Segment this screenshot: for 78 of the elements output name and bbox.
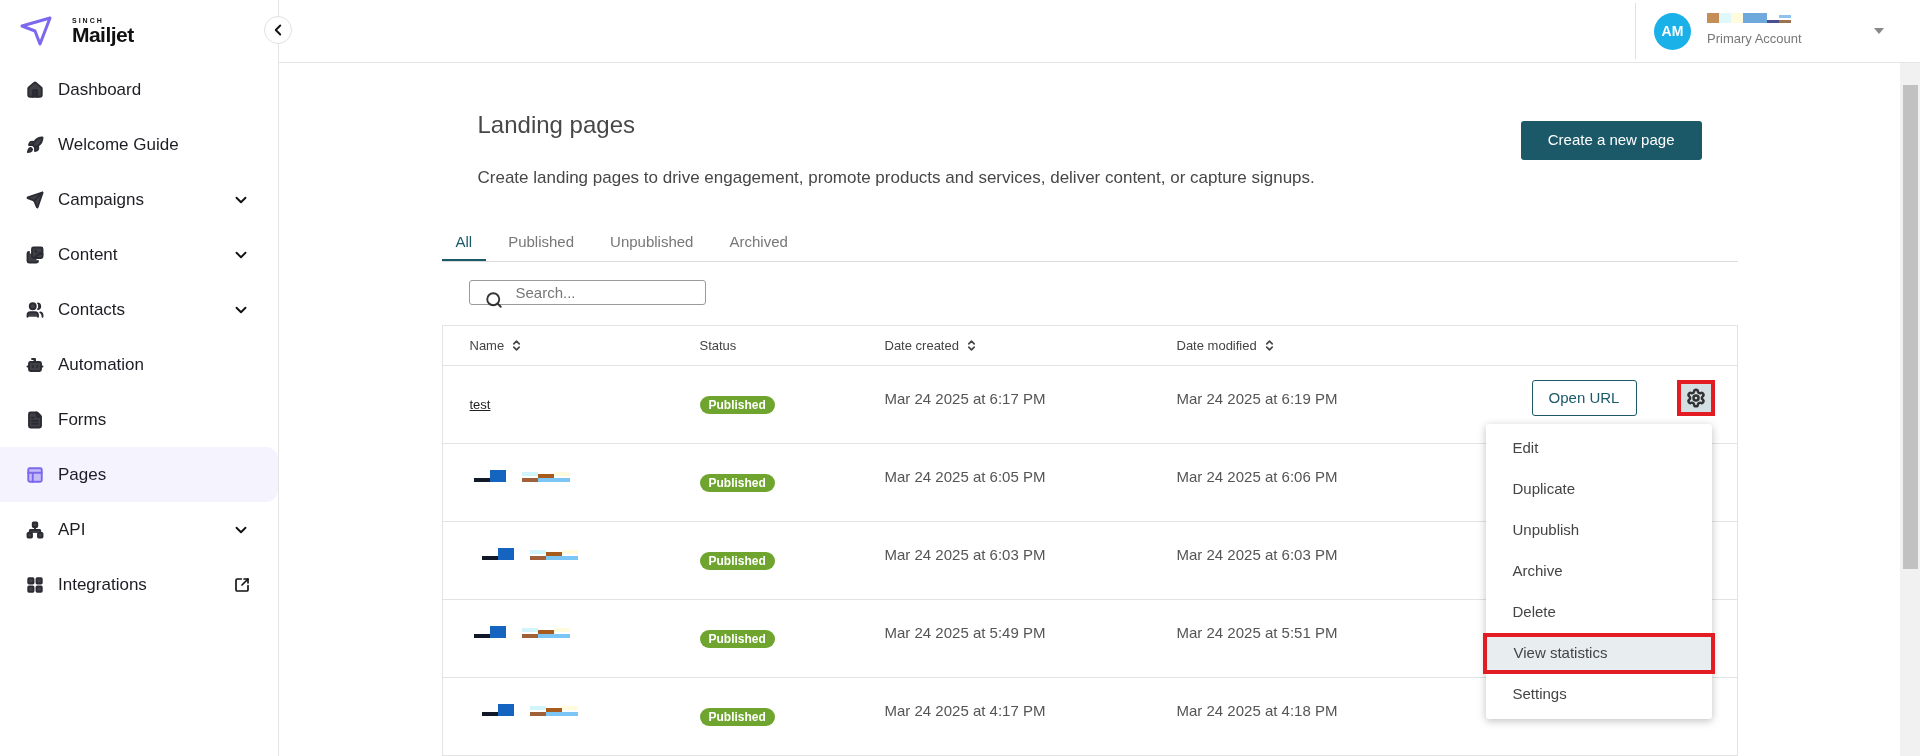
robot-icon	[26, 355, 44, 374]
date-modified: Mar 24 2025 at 5:51 PM	[1176, 623, 1339, 643]
search-icon	[484, 290, 503, 309]
sidebar-label: Dashboard	[58, 78, 143, 101]
sidebar-label: Automation	[58, 353, 145, 376]
date-modified: Mar 24 2025 at 4:18 PM	[1176, 701, 1339, 721]
settings-icon	[1685, 388, 1706, 408]
network-icon	[26, 520, 44, 539]
status-badge: Published	[699, 396, 775, 414]
search-field[interactable]: Search...	[468, 279, 706, 305]
sidebar-label: Welcome Guide	[58, 133, 180, 156]
sidebar-item[interactable]: Contacts	[0, 282, 278, 337]
filter-tab[interactable]: All	[441, 226, 487, 261]
paper-plane-logo-icon	[20, 16, 52, 46]
account-subtitle: Primary Account	[1707, 30, 1803, 49]
caret-down-icon	[1874, 28, 1884, 34]
create-page-button[interactable]: Create a new page	[1520, 121, 1702, 160]
home-icon	[26, 80, 44, 99]
date-created: Mar 24 2025 at 4:17 PM	[884, 701, 1047, 721]
menu-item[interactable]: Settings	[1485, 674, 1712, 715]
column-header[interactable]: Date modified	[1176, 335, 1257, 356]
status-badge: Published	[699, 474, 775, 492]
sidebar-item[interactable]: Automation	[0, 337, 278, 392]
sidebar-label: Forms	[58, 408, 108, 431]
layout-icon	[26, 465, 44, 484]
sidebar-item[interactable]: Forms	[0, 392, 278, 447]
settings-button[interactable]	[1676, 380, 1715, 416]
menu-item[interactable]: Duplicate	[1485, 469, 1712, 510]
menu-item[interactable]: Edit	[1485, 428, 1712, 469]
date-modified: Mar 24 2025 at 6:06 PM	[1176, 467, 1339, 487]
sidebar-item[interactable]: Pages	[0, 447, 278, 502]
sidebar-item[interactable]: Welcome Guide	[0, 117, 278, 172]
sidebar-item[interactable]: Content	[0, 227, 278, 282]
images-icon	[26, 245, 44, 264]
sidebar-item[interactable]: Dashboard	[0, 62, 278, 117]
sidebar-label: API	[58, 518, 87, 541]
open-url-button[interactable]: Open URL	[1531, 380, 1637, 416]
status-badge: Published	[699, 552, 775, 570]
page-title: Landing pages	[477, 110, 636, 140]
filter-tab[interactable]: Archived	[715, 226, 802, 261]
date-modified: Mar 24 2025 at 6:19 PM	[1176, 389, 1339, 409]
sidebar-label: Pages	[58, 463, 108, 486]
account-avatar: AM	[1654, 12, 1691, 50]
status-badge: Published	[699, 708, 775, 726]
account-switcher[interactable]: AM Primary Account	[1635, 3, 1920, 59]
menu-item[interactable]: Delete	[1485, 592, 1712, 633]
menu-item[interactable]: Unpublish	[1485, 510, 1712, 551]
filter-tab[interactable]: Published	[494, 226, 589, 261]
page-description: Create landing pages to drive engagement, promote products and services, deliver content, or capture signups.	[477, 167, 1315, 189]
collapse-sidebar-button[interactable]	[264, 16, 292, 44]
column-header[interactable]: Name	[469, 335, 505, 356]
users-icon	[26, 300, 44, 319]
date-created: Mar 24 2025 at 6:17 PM	[884, 389, 1047, 409]
external-link-icon	[234, 576, 250, 593]
sidebar-label: Content	[58, 243, 119, 266]
column-header: Status	[699, 336, 737, 355]
date-created: Mar 24 2025 at 6:03 PM	[884, 545, 1047, 565]
rocket-icon	[26, 135, 44, 154]
sidebar-label: Integrations	[58, 573, 148, 596]
brand-name: Mailjet	[72, 24, 134, 45]
column-header[interactable]: Date created	[884, 335, 959, 356]
date-modified: Mar 24 2025 at 6:03 PM	[1176, 545, 1339, 565]
filter-tab[interactable]: Unpublished	[596, 226, 708, 261]
date-created: Mar 24 2025 at 6:05 PM	[884, 467, 1047, 487]
scrollbar-thumb[interactable]	[1902, 85, 1918, 569]
date-created: Mar 24 2025 at 5:49 PM	[884, 623, 1047, 643]
paper-plane-icon	[26, 190, 44, 209]
grid-icon	[26, 575, 44, 594]
sidebar-label: Contacts	[58, 298, 127, 321]
sidebar-item[interactable]: Integrations	[0, 557, 278, 612]
sidebar-item[interactable]: API	[0, 502, 278, 557]
sidebar-item[interactable]: Campaigns	[0, 172, 278, 227]
menu-item[interactable]: Archive	[1485, 551, 1712, 592]
status-badge: Published	[699, 630, 775, 648]
menu-item[interactable]: View statistics	[1482, 633, 1715, 674]
document-icon	[26, 410, 44, 429]
page-name-link[interactable]: test	[469, 397, 491, 412]
sidebar-label: Campaigns	[58, 188, 145, 211]
